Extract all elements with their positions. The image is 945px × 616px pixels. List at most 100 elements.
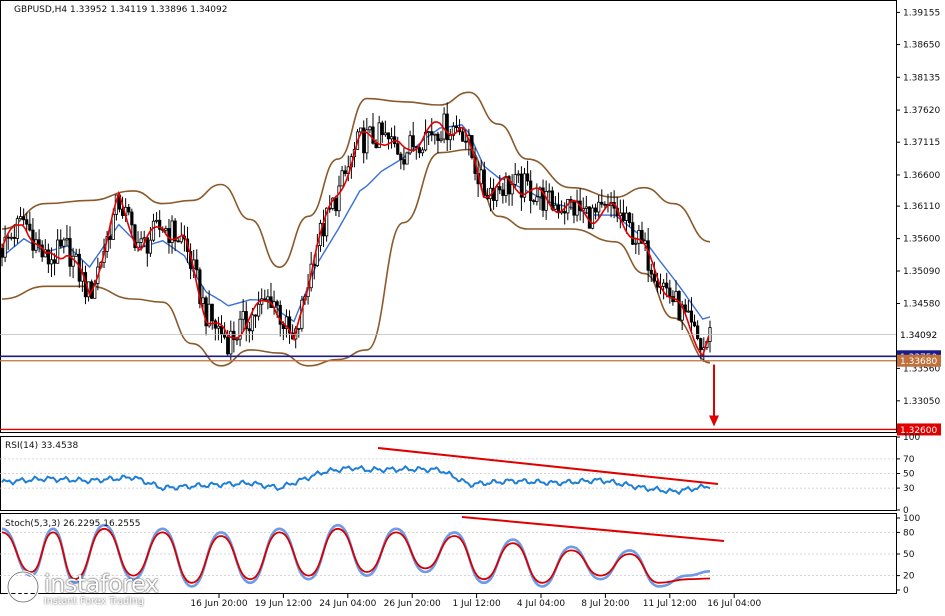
candle-body — [553, 204, 558, 210]
rsi-tick-label: 50 — [903, 470, 915, 480]
candle-body — [454, 125, 459, 129]
level-orange-tag: 1.33680 — [900, 357, 937, 367]
candle-body — [628, 212, 632, 224]
candle-body — [9, 236, 13, 239]
candle-body — [334, 197, 338, 212]
rsi-line — [1, 464, 711, 496]
candle-body — [383, 132, 387, 136]
candle-body — [692, 321, 697, 327]
candle-body — [127, 206, 131, 213]
candle-body — [343, 170, 347, 174]
candle-body — [37, 239, 41, 246]
candle-body — [689, 310, 694, 323]
candle-body — [359, 127, 363, 133]
chart-canvas[interactable]: 1.39155 1.38650 1.38135 1.37620 1.37115 1.366… — [0, 0, 945, 612]
candle-body — [417, 147, 421, 154]
candle-body — [631, 222, 635, 245]
candle-body — [399, 153, 403, 161]
rsi-trendline — [377, 447, 719, 485]
candle-body — [25, 219, 29, 225]
candle-body — [597, 201, 601, 213]
candle-body — [62, 239, 66, 247]
candle-body — [445, 113, 449, 141]
candle-body — [68, 238, 72, 267]
candle-body — [600, 201, 604, 205]
candle-body — [405, 152, 409, 165]
candle-body — [662, 282, 666, 287]
candle-body — [587, 206, 592, 229]
candle-body — [677, 291, 681, 321]
candle-body — [516, 173, 520, 176]
stoch-tick-label: 20 — [903, 572, 915, 582]
bollinger-lower — [1, 148, 711, 367]
candle-body — [167, 228, 171, 244]
candle-body — [213, 320, 217, 329]
candle-body — [686, 310, 690, 313]
candle-body — [216, 325, 221, 329]
logo-tagline: Instant Forex Trading — [44, 596, 144, 607]
candle-body — [142, 237, 146, 240]
candle-body — [532, 200, 536, 203]
candle-body — [210, 303, 214, 322]
candle-body — [250, 314, 255, 332]
price-panel — [0, 91, 896, 431]
candle-body — [420, 149, 425, 154]
time-tick-label: 16 Jul 04:00 — [707, 599, 761, 609]
candle-body — [253, 314, 258, 317]
candle-body — [386, 132, 391, 140]
candle-body — [154, 219, 159, 222]
price-tick-label: 1.36600 — [903, 171, 940, 181]
candle-body — [65, 238, 69, 241]
candle-body — [649, 269, 653, 275]
candle-body — [266, 296, 270, 301]
price-tick-label: 1.37115 — [903, 138, 940, 148]
candle-body — [374, 142, 378, 149]
candle-body — [148, 239, 153, 254]
candle-body — [482, 169, 486, 196]
price-tick-label: 1.39155 — [903, 8, 940, 18]
current-price-tag: 1.34092 — [900, 331, 937, 341]
time-tick-label: 11 Jul 12:00 — [643, 599, 697, 609]
candle-body — [624, 212, 629, 221]
candle-body — [501, 189, 505, 196]
candle-body — [263, 298, 267, 301]
candle-body — [427, 131, 431, 134]
candle-body — [219, 325, 224, 335]
candle-body — [525, 173, 530, 182]
candle-body — [464, 140, 468, 143]
candle-body — [59, 239, 63, 247]
candle-body — [535, 196, 539, 202]
candle-body — [621, 212, 626, 221]
candle-body — [151, 220, 156, 241]
candle-body — [130, 211, 134, 226]
stoch-tick-label: 80 — [903, 528, 915, 538]
candle-body — [337, 185, 341, 212]
candle-body — [402, 159, 406, 165]
candle-body — [433, 133, 437, 136]
time-tick-label: 16 Jun 20:00 — [190, 599, 247, 609]
candle-body — [49, 259, 54, 265]
candle-body — [0, 247, 4, 258]
candle-body — [56, 239, 60, 264]
stoch-title: Stoch(5,3,3) 26.2295 16.2555 — [5, 519, 140, 529]
rsi-tick-label: 70 — [903, 455, 915, 465]
candle-body — [411, 135, 415, 148]
price-tick-label: 1.38650 — [903, 41, 940, 51]
candle-body — [448, 134, 452, 141]
chart-header: GBPUSD,H4 1.33952 1.34119 1.33896 1.3409… — [14, 5, 227, 15]
candle-body — [396, 143, 400, 155]
logo-brand: instaforex — [44, 570, 159, 598]
candle-body — [235, 338, 239, 341]
candle-body — [52, 259, 57, 264]
time-tick-label: 26 Jun 20:00 — [384, 599, 441, 609]
time-tick-label: 19 Jun 12:00 — [255, 599, 312, 609]
logo-icon — [6, 570, 40, 604]
candle-body — [257, 303, 261, 317]
candle-body — [22, 216, 26, 221]
candle-body — [28, 223, 32, 231]
candle-body — [340, 170, 344, 187]
candle-body — [241, 311, 245, 320]
candle-body — [665, 282, 669, 289]
stoch-tick-label: 0 — [903, 586, 909, 596]
candle-body — [504, 176, 508, 196]
